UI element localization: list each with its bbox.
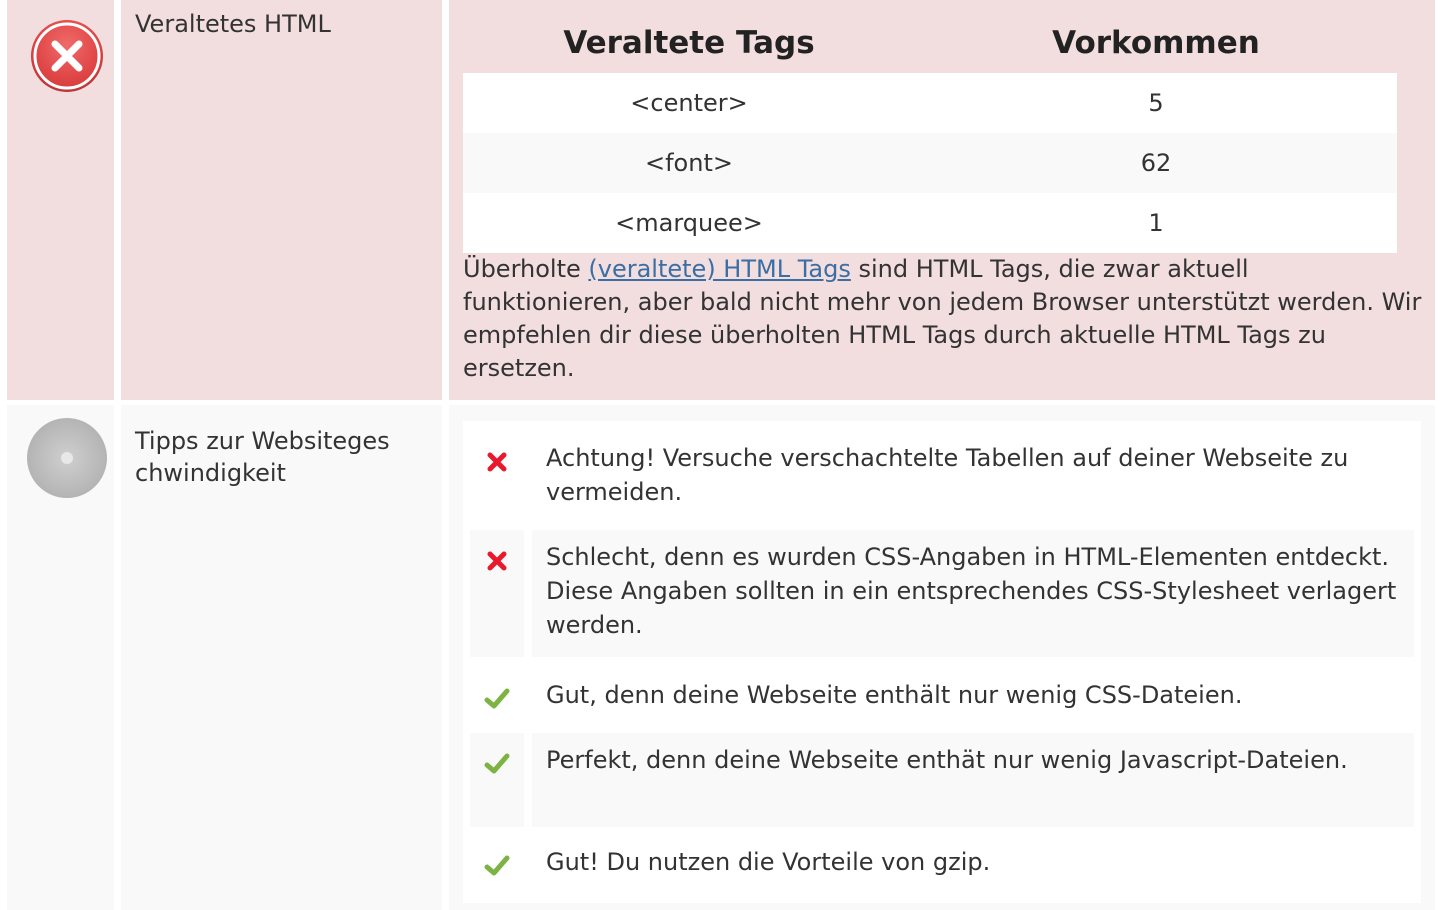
check-icon [484,688,510,709]
obsolete-tags-link[interactable]: (veraltete) HTML Tags [588,255,850,283]
column-header-tag: Veraltete Tags [563,25,815,61]
table-header-row: Veraltete Tags Vorkommen [463,13,1397,73]
tip-text: Schlecht, denn es wurden CSS-Angaben in … [532,530,1414,657]
content-cell: Veraltete Tags Vorkommen <center> 5 <fon… [449,0,1435,400]
label-cell: Veraltetes HTML [121,0,442,400]
table-row: <center> 5 [463,73,1397,133]
count-cell: 5 [915,73,1397,133]
tip-text: Gut! Du nutzen die Vorteile von gzip. [546,848,991,876]
table-row: <marquee> 1 [463,193,1397,253]
count-cell: 62 [915,133,1397,193]
list-item: Achtung! Versuche verschachtelte Tabelle… [470,431,1414,517]
cross-icon [487,551,507,571]
tip-text: Achtung! Versuche verschachtelte Tabelle… [546,444,1349,506]
status-cell [7,405,114,910]
list-item: Perfekt, denn deine Webseite enthät nur … [470,733,1414,827]
list-item: Gut, denn deine Webseite enthält nur wen… [470,668,1414,730]
count-cell: 1 [915,193,1397,253]
content-cell: Achtung! Versuche verschachtelte Tabelle… [449,405,1435,910]
check-icon [484,855,510,876]
description-text-start: Überholte [463,255,589,283]
list-item: Schlecht, denn es wurden CSS-Angaben in … [470,530,1414,657]
check-icon [484,753,510,774]
obsolete-description: Überholte (veraltete) HTML Tags sind HTM… [463,253,1423,385]
section-label: Tipps zur Websiteges chwindigkeit [135,427,390,487]
tag-cell: <font> [463,133,915,193]
status-cell [7,0,114,400]
list-item: Gut! Du nutzen die Vorteile von gzip. [470,835,1414,897]
tips-list: Achtung! Versuche verschachtelte Tabelle… [463,421,1421,903]
tip-text: Gut, denn deine Webseite enthält nur wen… [546,681,1243,709]
obsolete-html-row: Veraltetes HTML Veraltete Tags Vorkommen… [0,0,1451,400]
table-row: <font> 62 [463,133,1397,193]
tag-cell: <center> [463,73,915,133]
neutral-circle-icon [27,418,107,498]
tag-cell: <marquee> [463,193,915,253]
column-header-count: Vorkommen [1052,25,1260,61]
error-circle-icon [31,20,103,92]
cross-icon [487,452,507,472]
tip-text: Perfekt, denn deine Webseite enthät nur … [532,733,1414,827]
speed-tips-row: Tipps zur Websiteges chwindigkeit Achtun… [0,405,1451,910]
section-label: Veraltetes HTML [135,10,331,38]
obsolete-tags-table: Veraltete Tags Vorkommen <center> 5 <fon… [463,13,1397,253]
label-cell: Tipps zur Websiteges chwindigkeit [121,405,442,910]
